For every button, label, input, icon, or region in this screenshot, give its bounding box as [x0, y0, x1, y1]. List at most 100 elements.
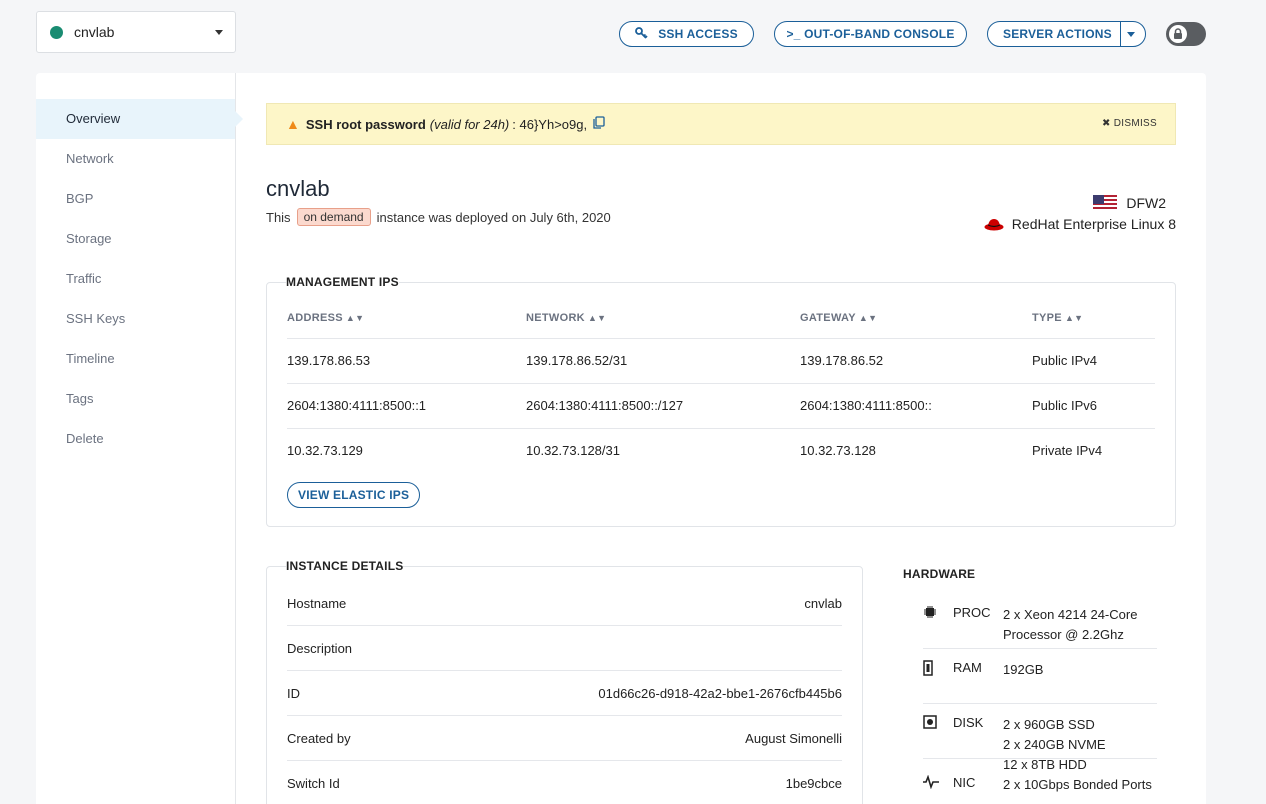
warning-icon: ▲	[286, 116, 300, 132]
detail-row-created-by: Created by August Simonelli	[287, 716, 842, 761]
column-header-address[interactable]: ADDRESS ▲▼	[287, 306, 526, 339]
oob-console-button[interactable]: >_ OUT-OF-BAND CONSOLE	[774, 21, 967, 47]
chevron-down-icon	[215, 29, 223, 35]
ssh-access-label: SSH ACCESS	[658, 27, 738, 41]
sidebar-item-overview[interactable]: Overview	[36, 99, 243, 139]
lock-icon	[1169, 25, 1187, 43]
proc-value: 2 x Xeon 4214 24-Core Processor @ 2.2Ghz	[1003, 607, 1138, 642]
os-label: RedHat Enterprise Linux 8	[1011, 216, 1176, 232]
copy-icon[interactable]	[593, 116, 605, 132]
ip-type: Private IPv4	[1032, 443, 1103, 459]
ip-gateway: 139.178.86.52	[800, 338, 1032, 384]
ram-icon	[923, 660, 953, 680]
column-header-label: GATEWAY	[800, 312, 856, 324]
oob-console-label: >_ OUT-OF-BAND CONSOLE	[786, 27, 955, 41]
hardware-proc: PROC 2 x Xeon 4214 24-Core Processor @ 2…	[923, 605, 1157, 645]
detail-row-switch-id: Switch Id 1be9cbce	[287, 761, 842, 804]
ip-type: Public IPv4	[1032, 338, 1155, 384]
key-icon	[635, 26, 648, 42]
alert-password: : 46}Yh>o9g,	[512, 116, 588, 132]
page-title: cnvlab	[266, 176, 330, 201]
ip-address: 10.32.73.129	[287, 443, 363, 459]
chevron-down-icon[interactable]	[1127, 32, 1135, 37]
alert-validity: (valid for 24h)	[429, 116, 510, 132]
deploy-suffix: instance was deployed on July 6th, 2020	[376, 209, 611, 225]
sort-icon: ▲▼	[858, 313, 878, 323]
hardware-nic: NIC 2 x 10Gbps Bonded Ports	[923, 774, 1157, 795]
sidebar: Overview Network BGP Storage Traffic SSH…	[36, 73, 243, 804]
sidebar-item-storage[interactable]: Storage	[36, 219, 235, 259]
proc-label: PROC	[953, 605, 991, 620]
ip-address: 2604:1380:4111:8500::1	[287, 383, 526, 429]
nic-value: 2 x 10Gbps Bonded Ports	[1003, 777, 1152, 792]
detail-value: 1be9cbce	[785, 775, 842, 791]
sidebar-item-delete[interactable]: Delete	[36, 419, 235, 459]
sidebar-item-tags[interactable]: Tags	[36, 379, 235, 419]
divider	[923, 758, 1157, 759]
deploy-info: This on demand instance was deployed on …	[266, 208, 611, 226]
sidebar-item-ssh-keys[interactable]: SSH Keys	[36, 299, 235, 339]
ip-gateway: 10.32.73.128	[800, 443, 876, 459]
location: DFW2	[1093, 195, 1166, 211]
sidebar-item-traffic[interactable]: Traffic	[36, 259, 235, 299]
nic-label: NIC	[953, 775, 976, 790]
disk-values: 2 x 960GB SSD 2 x 240GB NVME 12 x 8TB HD…	[1003, 715, 1157, 775]
detail-label: Description	[287, 640, 353, 656]
column-header-gateway[interactable]: GATEWAY ▲▼	[800, 306, 1032, 339]
operating-system: RedHat Enterprise Linux 8	[984, 216, 1176, 232]
deploy-prefix: This	[266, 209, 291, 225]
table-row: 139.178.86.53 139.178.86.52/31 139.178.8…	[287, 338, 1155, 384]
column-header-type[interactable]: TYPE ▲▼	[1032, 306, 1155, 339]
detail-label: Switch Id	[287, 775, 340, 791]
ram-value: 192GB	[1003, 662, 1044, 677]
ip-type: Public IPv6	[1032, 383, 1155, 429]
server-actions-button[interactable]: SERVER ACTIONS	[987, 21, 1146, 47]
pulse-icon	[923, 774, 953, 795]
detail-value: 01d66c26-d918-42a2-bbe1-2676cfb445b6	[598, 685, 842, 701]
dismiss-label: DISMISS	[1113, 118, 1157, 129]
detail-label: Hostname	[287, 595, 347, 611]
instance-details-title: INSTANCE DETAILS	[286, 559, 404, 573]
hardware-ram: RAM 192GB	[923, 660, 1157, 680]
sidebar-item-network[interactable]: Network	[36, 139, 235, 179]
sidebar-item-bgp[interactable]: BGP	[36, 179, 235, 219]
button-divider	[1120, 22, 1121, 46]
sidebar-item-timeline[interactable]: Timeline	[36, 339, 235, 379]
main-panel: Overview Network BGP Storage Traffic SSH…	[36, 73, 1206, 804]
sort-icon: ▲▼	[1064, 313, 1084, 323]
close-icon: ✖	[1102, 118, 1111, 129]
lock-toggle[interactable]	[1166, 22, 1206, 46]
redhat-icon	[984, 219, 1004, 231]
column-header-network[interactable]: NETWORK ▲▼	[526, 306, 800, 339]
detail-label: Created by	[287, 730, 351, 746]
ssh-password-alert: ▲ SSH root password (valid for 24h) : 46…	[266, 103, 1176, 145]
column-header-label: ADDRESS	[287, 312, 343, 324]
ram-label: RAM	[953, 660, 982, 675]
ip-network: 139.178.86.52/31	[526, 338, 800, 384]
hardware-disk: DISK 2 x 960GB SSD 2 x 240GB NVME 12 x 8…	[923, 715, 1157, 775]
us-flag-icon	[1093, 195, 1118, 211]
status-dot	[50, 25, 63, 39]
ip-network: 10.32.73.128/31	[526, 443, 620, 459]
disk-icon	[923, 715, 953, 775]
dismiss-button[interactable]: ✖ DISMISS	[1102, 118, 1157, 129]
alert-label: SSH root password	[305, 116, 426, 132]
ip-gateway: 2604:1380:4111:8500::	[800, 383, 1032, 429]
column-header-label: NETWORK	[526, 312, 585, 324]
server-actions-label: SERVER ACTIONS	[1003, 27, 1112, 41]
ip-network: 2604:1380:4111:8500::/127	[526, 383, 800, 429]
ssh-access-button[interactable]: SSH ACCESS	[619, 21, 754, 47]
instance-selector[interactable]: cnvlab	[36, 11, 236, 53]
divider	[923, 648, 1157, 649]
hardware-section: HARDWARE PROC 2 x Xeon 4214 24-Core Proc…	[903, 567, 1163, 792]
management-ips-title: MANAGEMENT IPS	[286, 275, 399, 289]
management-ips-section: MANAGEMENT IPS ADDRESS ▲▼ NETWORK ▲▼ GATEW…	[266, 275, 1176, 527]
table-row: 10.32.73.129 10.32.73.128/31 10.32.73.12…	[287, 428, 1155, 473]
view-elastic-ips-button[interactable]: VIEW ELASTIC IPS	[287, 482, 421, 508]
detail-value: August Simonelli	[745, 730, 842, 746]
location-label: DFW2	[1126, 195, 1166, 211]
instance-details-section: INSTANCE DETAILS Hostname cnvlab Descrip…	[266, 559, 863, 804]
detail-row-description: Description	[287, 626, 842, 671]
disk-label: DISK	[953, 715, 984, 730]
table-row: 2604:1380:4111:8500::1 2604:1380:4111:85…	[287, 383, 1155, 429]
